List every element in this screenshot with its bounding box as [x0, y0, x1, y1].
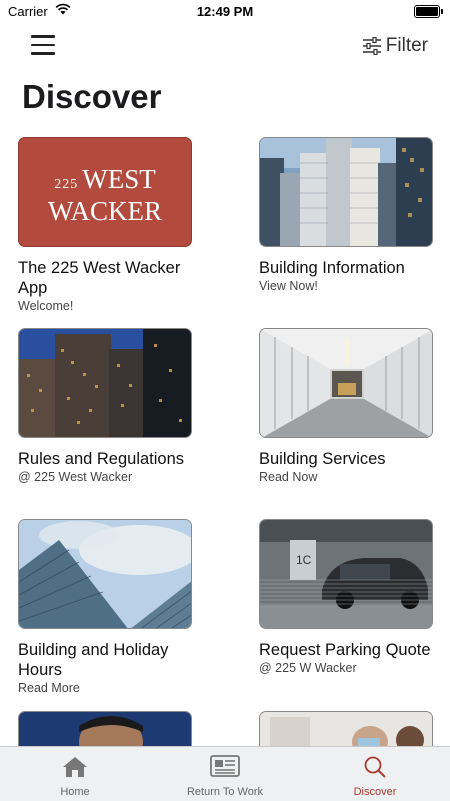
card-subtitle: View Now!	[259, 279, 318, 293]
card-rules-and-regulations[interactable]: Rules and Regulations @ 225 West Wacker	[18, 328, 192, 484]
status-time: 12:49 PM	[196, 4, 254, 19]
newspaper-icon	[210, 755, 240, 777]
card-image-lobby	[259, 328, 433, 438]
card-image-night-towers	[18, 328, 192, 438]
card-building-information[interactable]: Building Information View Now!	[259, 137, 433, 293]
status-bar: Carrier 12:49 PM	[0, 0, 450, 24]
card-request-parking-quote[interactable]: 1C Request Parking Quote @ 225 W Wacker	[259, 519, 433, 675]
card-image-glass-building	[18, 519, 192, 629]
home-icon	[63, 757, 87, 777]
card-building-and-holiday-hours[interactable]: Building and Holiday Hours Read More	[18, 519, 192, 695]
card-partial-office[interactable]	[259, 711, 433, 751]
card-title: The 225 West Wacker App	[18, 259, 181, 297]
search-icon	[364, 756, 386, 778]
card-title: Request Parking Quote	[259, 641, 431, 659]
svg-text:1C: 1C	[296, 553, 312, 567]
card-image-city-skyline	[259, 137, 433, 247]
sliders-icon	[362, 37, 381, 55]
card-image-parking-garage: 1C	[259, 519, 433, 629]
tab-home[interactable]: Home	[0, 747, 150, 801]
page-title: Discover	[22, 78, 162, 115]
card-image-portrait	[18, 711, 192, 751]
card-title: Rules and Regulations	[18, 450, 185, 468]
tab-return-to-work[interactable]: Return To Work	[150, 747, 300, 801]
card-subtitle: Welcome!	[18, 299, 74, 313]
card-image-logo: 225 WEST WACKER	[18, 137, 192, 247]
card-subtitle: @ 225 W Wacker	[259, 661, 357, 675]
tab-label: Return To Work	[186, 786, 263, 798]
tab-discover[interactable]: Discover	[300, 747, 450, 801]
tab-label: Home	[60, 786, 90, 798]
tab-bar: Home Return To Work Discover	[0, 746, 450, 801]
hamburger-line	[31, 35, 55, 38]
card-partial-portrait[interactable]	[18, 711, 192, 751]
filter-button[interactable]: Filter	[362, 33, 428, 59]
card-subtitle: Read More	[18, 681, 80, 695]
card-title: Building and Holiday Hours	[18, 641, 169, 679]
card-225-west-wacker-app[interactable]: 225 WEST WACKER The 225 West Wacker App W…	[18, 137, 192, 313]
filter-label: Filter	[385, 35, 428, 56]
card-building-services[interactable]: Building Services Read Now	[259, 328, 433, 484]
card-subtitle: Read Now	[259, 470, 318, 484]
card-image-office	[259, 711, 433, 751]
card-title: Building Services	[259, 450, 386, 468]
card-subtitle: @ 225 West Wacker	[18, 470, 133, 484]
hamburger-line	[31, 52, 55, 55]
card-title: Building Information	[259, 259, 405, 277]
brand-logo: 225 WEST WACKER	[48, 164, 162, 226]
tab-label: Discover	[353, 786, 397, 798]
menu-button[interactable]	[31, 35, 55, 55]
battery-icon	[414, 5, 443, 18]
hamburger-line	[31, 43, 55, 46]
